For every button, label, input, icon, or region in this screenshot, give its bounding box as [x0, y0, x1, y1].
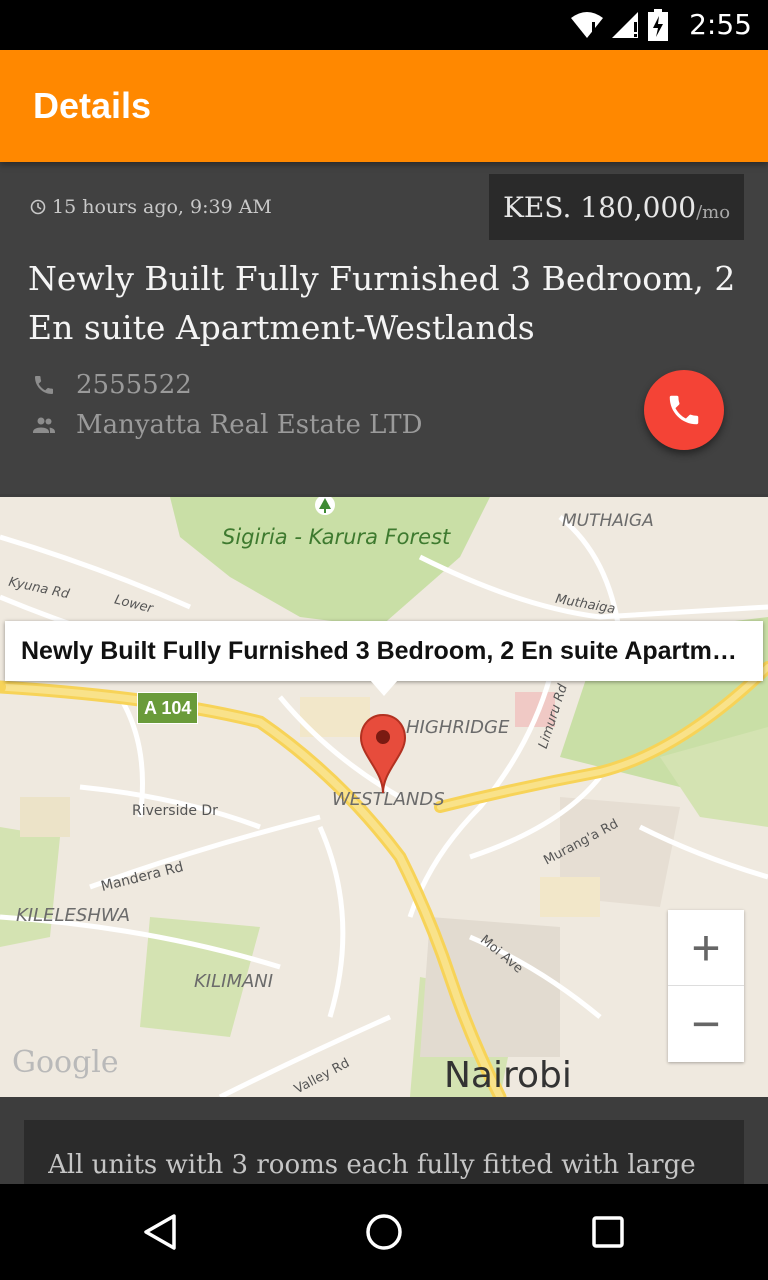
location-map[interactable]: Sigiria - Karura Forest MUTHAIGA Kyuna R…: [0, 497, 768, 1097]
home-icon[interactable]: [364, 1212, 404, 1252]
phone-row: 2555522: [32, 370, 192, 400]
posted-time: 15 hours ago, 9:39 AM: [30, 196, 272, 218]
status-bar: 2:55: [0, 0, 768, 50]
tree-icon: [315, 497, 335, 515]
zoom-controls: + −: [668, 910, 744, 1062]
map-label-riverside: Riverside Dr: [132, 803, 218, 819]
map-marker-icon[interactable]: [359, 713, 407, 795]
back-icon[interactable]: [140, 1212, 180, 1252]
map-label-muthaiga: MUTHAIGA: [562, 511, 654, 531]
agency-name: Manyatta Real Estate LTD: [76, 410, 423, 440]
phone-number: 2555522: [76, 370, 192, 400]
clock-icon: [30, 199, 46, 215]
app-bar: Details: [0, 50, 768, 162]
map-label-highridge: HIGHRIDGE: [406, 717, 510, 738]
price-unit: /mo: [696, 201, 731, 223]
map-info-window[interactable]: Newly Built Fully Furnished 3 Bedroom, 2…: [5, 621, 763, 681]
zoom-in-button[interactable]: +: [668, 910, 744, 986]
map-label-kileleshwa: KILELESHWA: [16, 905, 131, 926]
price-badge: KES. 180,000 /mo: [489, 174, 744, 240]
status-icons: [570, 8, 668, 42]
page-title: Details: [33, 85, 152, 126]
listing-header: 15 hours ago, 9:39 AM KES. 180,000 /mo N…: [0, 162, 768, 494]
wifi-icon: [571, 12, 603, 38]
phone-icon: [669, 395, 699, 425]
signal-icon: [612, 12, 638, 38]
listing-title: Newly Built Fully Furnished 3 Bedroom, 2…: [28, 259, 736, 347]
map-label-kilimani: KILIMANI: [194, 971, 274, 992]
recents-icon[interactable]: [590, 1212, 626, 1252]
google-attribution: Google: [12, 1045, 119, 1080]
people-icon: [33, 417, 55, 433]
zoom-out-button[interactable]: −: [668, 986, 744, 1061]
route-shield-a104: A 104: [137, 692, 199, 724]
posted-time-text: 15 hours ago, 9:39 AM: [52, 196, 272, 218]
description-text: All units with 3 rooms each fully fitted…: [48, 1150, 696, 1180]
price-amount: KES. 180,000: [502, 190, 697, 224]
status-time: 2:55: [689, 8, 752, 41]
navigation-bar: [0, 1184, 768, 1280]
call-button[interactable]: [644, 370, 724, 450]
info-window-pointer: [370, 680, 398, 696]
phone-icon: [35, 376, 53, 394]
battery-charging-icon: [648, 9, 668, 41]
agency-row: Manyatta Real Estate LTD: [32, 410, 422, 440]
map-label-forest: Sigiria - Karura Forest: [222, 525, 451, 549]
map-label-nairobi: Nairobi: [444, 1055, 572, 1096]
